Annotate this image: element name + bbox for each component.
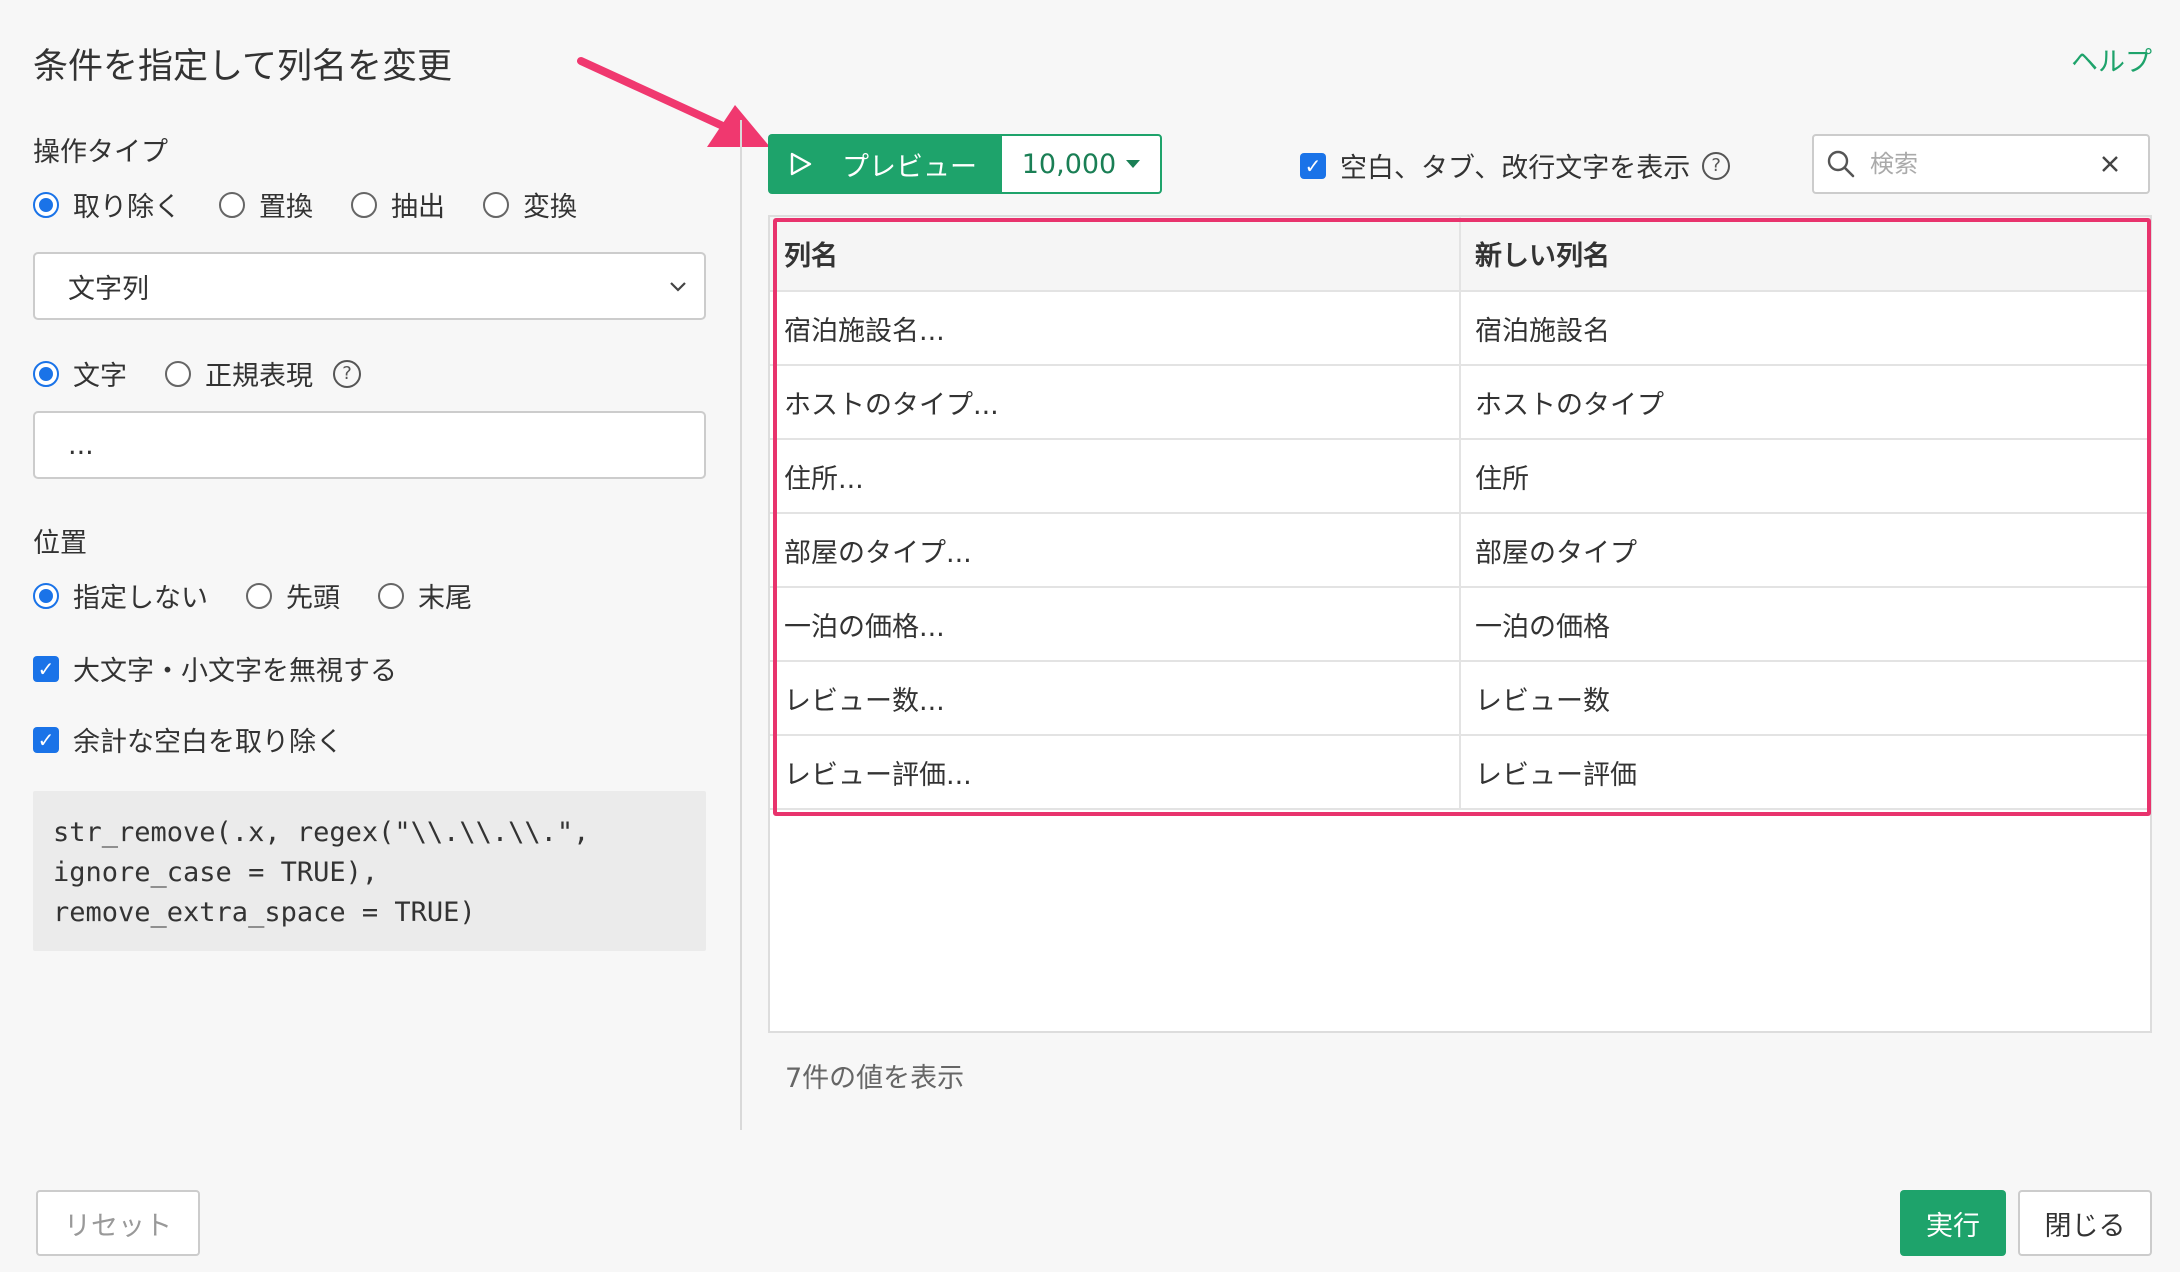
cell-new-name: 部屋のタイプ (1460, 513, 2150, 588)
run-button[interactable]: 実行 (1900, 1190, 2006, 1256)
radio-remove[interactable]: 取り除く (33, 185, 181, 224)
operation-type-label: 操作タイプ (33, 137, 168, 168)
preview-button[interactable]: プレビュー (768, 134, 1000, 194)
caret-down-icon (1126, 160, 1141, 168)
table-row: 部屋のタイプ... 部屋のタイプ (770, 513, 2150, 588)
position-group: 指定しない 先頭 末尾 (33, 576, 708, 615)
radio-regex[interactable]: 正規表現 (165, 354, 313, 393)
radio-position-none[interactable]: 指定しない (33, 576, 208, 615)
radio-icon (219, 191, 245, 218)
radio-selected-icon (33, 582, 59, 609)
radio-position-end[interactable]: 末尾 (378, 576, 472, 615)
checkmark-icon: ✓ (33, 726, 59, 753)
panel-divider (740, 120, 742, 1130)
pattern-input[interactable] (33, 411, 706, 479)
radio-icon (378, 582, 404, 609)
radio-extract[interactable]: 抽出 (351, 185, 445, 224)
table-row: 一泊の価格... 一泊の価格 (770, 587, 2150, 662)
preview-toolbar: プレビュー 10,000 ✓ 空白、タブ、改行文字を表示 ? (768, 134, 2150, 194)
row-count-dropdown[interactable]: 10,000 (1000, 134, 1162, 194)
cell-old-name: 部屋のタイプ... (770, 513, 1461, 588)
cell-old-name: 住所... (770, 439, 1461, 514)
checkmark-icon: ✓ (33, 655, 59, 682)
remove-extra-space-checkbox[interactable]: ✓ 余計な空白を取り除く (33, 720, 708, 759)
radio-literal[interactable]: 文字 (33, 354, 127, 393)
cell-old-name: レビュー評価... (770, 735, 1461, 810)
table-row: 住所... 住所 (770, 439, 2150, 514)
table-row: ホストのタイプ... ホストのタイプ (770, 365, 2150, 440)
close-button[interactable]: 閉じる (2018, 1190, 2152, 1256)
cell-new-name: ホストのタイプ (1460, 365, 2150, 440)
table-row: 宿泊施設名... 宿泊施設名 (770, 291, 2150, 366)
question-icon[interactable]: ? (333, 359, 361, 388)
radio-position-start[interactable]: 先頭 (246, 576, 340, 615)
ignore-case-checkbox[interactable]: ✓ 大文字・小文字を無視する (33, 649, 708, 688)
radio-convert[interactable]: 変換 (483, 185, 577, 224)
search-icon (1827, 150, 1855, 178)
search-input[interactable] (1870, 150, 2090, 178)
checkmark-icon: ✓ (1300, 152, 1326, 179)
preview-table-container: 列名 新しい列名 宿泊施設名... 宿泊施設名 ホストのタイプ... ホストのタ… (768, 215, 2152, 1033)
cell-old-name: 一泊の価格... (770, 587, 1461, 662)
radio-replace[interactable]: 置換 (219, 185, 313, 224)
radio-icon (483, 191, 509, 218)
cell-new-name: レビュー数 (1460, 661, 2150, 736)
match-type-group: 文字 正規表現 ? (33, 354, 708, 393)
cell-new-name: 宿泊施設名 (1460, 291, 2150, 366)
header-column-name: 列名 (770, 217, 1461, 292)
question-icon[interactable]: ? (1702, 151, 1731, 180)
position-label: 位置 (33, 528, 87, 559)
help-link[interactable]: ヘルプ (2071, 40, 2152, 79)
close-icon[interactable] (2100, 154, 2120, 174)
show-whitespace-checkbox[interactable]: ✓ 空白、タブ、改行文字を表示 ? (1300, 146, 1731, 185)
table-row: レビュー評価... レビュー評価 (770, 735, 2150, 810)
rename-columns-dialog: 条件を指定して列名を変更 ヘルプ 操作タイプ 取り除く 置換 抽出 変換 文字列… (0, 0, 2180, 1272)
cell-new-name: レビュー評価 (1460, 735, 2150, 810)
table-header-row: 列名 新しい列名 (770, 217, 2150, 292)
cell-old-name: ホストのタイプ... (770, 365, 1461, 440)
generated-code: str_remove(.x, regex("\\.\\.\\.", ignore… (33, 791, 706, 951)
cell-old-name: レビュー数... (770, 661, 1461, 736)
cell-new-name: 一泊の価格 (1460, 587, 2150, 662)
chevron-down-icon (670, 282, 686, 292)
cell-new-name: 住所 (1460, 439, 2150, 514)
search-box (1812, 134, 2150, 194)
radio-icon (246, 582, 272, 609)
table-row: レビュー数... レビュー数 (770, 661, 2150, 736)
radio-selected-icon (33, 191, 59, 218)
cell-old-name: 宿泊施設名... (770, 291, 1461, 366)
header-new-column-name: 新しい列名 (1460, 217, 2150, 292)
preview-table: 列名 新しい列名 宿泊施設名... 宿泊施設名 ホストのタイプ... ホストのタ… (770, 217, 2150, 810)
play-icon (790, 152, 812, 176)
radio-icon (165, 360, 191, 387)
radio-selected-icon (33, 360, 59, 387)
operation-type-group: 取り除く 置換 抽出 変換 (33, 185, 708, 224)
row-count-text: 7件の値を表示 (785, 1063, 965, 1094)
settings-panel: 操作タイプ 取り除く 置換 抽出 変換 文字列 文字 正規表現 ? ... 位置… (33, 120, 708, 951)
target-type-select[interactable]: 文字列 (33, 252, 706, 320)
radio-icon (351, 191, 377, 218)
reset-button[interactable]: リセット (36, 1190, 200, 1256)
dialog-title: 条件を指定して列名を変更 (33, 47, 452, 87)
